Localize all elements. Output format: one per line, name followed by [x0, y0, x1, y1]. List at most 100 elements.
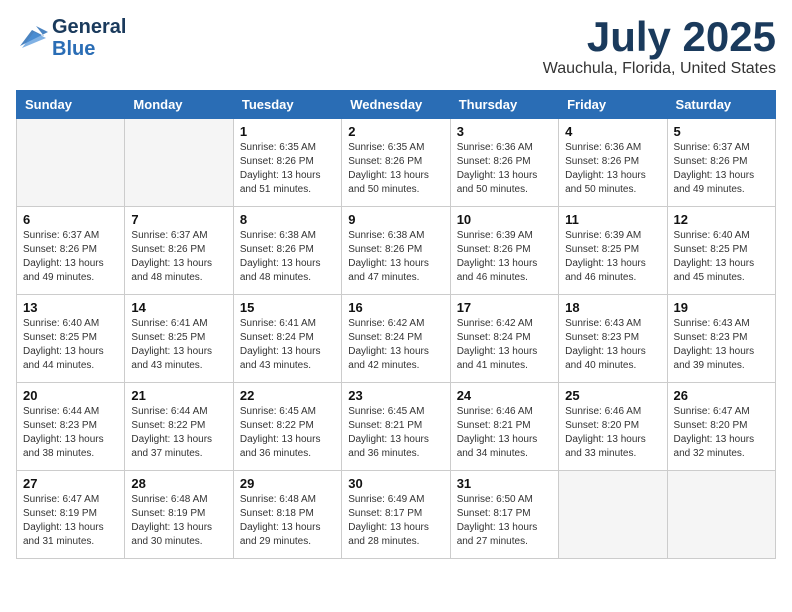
calendar-cell: 18 Sunrise: 6:43 AM Sunset: 8:23 PM Dayli…: [559, 295, 667, 383]
day-info: Sunrise: 6:37 AM Sunset: 8:26 PM Dayligh…: [23, 229, 118, 285]
weekday-header: Monday: [125, 91, 233, 119]
day-number: 29: [240, 476, 335, 491]
calendar-cell: 20 Sunrise: 6:44 AM Sunset: 8:23 PM Dayli…: [17, 383, 125, 471]
day-info: Sunrise: 6:41 AM Sunset: 8:24 PM Dayligh…: [240, 317, 335, 373]
day-info: Sunrise: 6:50 AM Sunset: 8:17 PM Dayligh…: [457, 493, 552, 549]
calendar-cell: 28Sunrise: 6:48 AM Sunset: 8:19 PM Dayli…: [125, 471, 233, 559]
day-number: 2: [348, 124, 443, 139]
calendar-cell: 15 Sunrise: 6:41 AM Sunset: 8:24 PM Dayli…: [233, 295, 341, 383]
day-number: 26: [674, 388, 769, 403]
day-number: 6: [23, 212, 118, 227]
day-number: 15: [240, 300, 335, 315]
calendar-cell: 10 Sunrise: 6:39 AM Sunset: 8:26 PM Dayli…: [450, 207, 558, 295]
calendar-cell: 9Sunrise: 6:38 AM Sunset: 8:26 PM Daylig…: [342, 207, 450, 295]
calendar-cell: 17 Sunrise: 6:42 AM Sunset: 8:24 PM Dayli…: [450, 295, 558, 383]
day-number: 24: [457, 388, 552, 403]
calendar-cell: 12 Sunrise: 6:40 AM Sunset: 8:25 PM Dayli…: [667, 207, 775, 295]
day-number: 18: [565, 300, 660, 315]
calendar-cell: [125, 119, 233, 207]
calendar-cell: [17, 119, 125, 207]
day-info: Sunrise: 6:38 AM Sunset: 8:26 PM Dayligh…: [240, 229, 335, 285]
calendar-cell: 4 Sunrise: 6:36 AM Sunset: 8:26 PM Daylig…: [559, 119, 667, 207]
day-number: 23: [348, 388, 443, 403]
day-number: 20: [23, 388, 118, 403]
calendar-cell: 3 Sunrise: 6:36 AM Sunset: 8:26 PM Daylig…: [450, 119, 558, 207]
logo-icon: [16, 22, 48, 50]
page-header: General Blue July 2025 Wauchula, Florida…: [16, 16, 776, 78]
day-info: Sunrise: 6:37 AM Sunset: 8:26 PM Dayligh…: [674, 141, 769, 197]
day-number: 30: [348, 476, 443, 491]
calendar-cell: 23 Sunrise: 6:45 AM Sunset: 8:21 PM Dayli…: [342, 383, 450, 471]
day-number: 1: [240, 124, 335, 139]
day-info: Sunrise: 6:44 AM Sunset: 8:23 PM Dayligh…: [23, 405, 118, 461]
day-info: Sunrise: 6:35 AM Sunset: 8:26 PM Dayligh…: [348, 141, 443, 197]
day-number: 22: [240, 388, 335, 403]
day-info: Sunrise: 6:36 AM Sunset: 8:26 PM Dayligh…: [457, 141, 552, 197]
weekday-header: Thursday: [450, 91, 558, 119]
calendar-cell: 22Sunrise: 6:45 AM Sunset: 8:22 PM Dayli…: [233, 383, 341, 471]
logo-blue: Blue: [52, 38, 126, 60]
calendar-cell: 21 Sunrise: 6:44 AM Sunset: 8:22 PM Dayli…: [125, 383, 233, 471]
day-number: 5: [674, 124, 769, 139]
day-info: Sunrise: 6:35 AM Sunset: 8:26 PM Dayligh…: [240, 141, 335, 197]
day-number: 31: [457, 476, 552, 491]
day-info: Sunrise: 6:42 AM Sunset: 8:24 PM Dayligh…: [348, 317, 443, 373]
calendar-week-row: 13Sunrise: 6:40 AM Sunset: 8:25 PM Dayli…: [17, 295, 776, 383]
calendar-cell: 31 Sunrise: 6:50 AM Sunset: 8:17 PM Dayli…: [450, 471, 558, 559]
day-info: Sunrise: 6:37 AM Sunset: 8:26 PM Dayligh…: [131, 229, 226, 285]
day-info: Sunrise: 6:48 AM Sunset: 8:19 PM Dayligh…: [131, 493, 226, 549]
calendar-cell: 14 Sunrise: 6:41 AM Sunset: 8:25 PM Dayli…: [125, 295, 233, 383]
day-number: 21: [131, 388, 226, 403]
day-number: 12: [674, 212, 769, 227]
day-info: Sunrise: 6:43 AM Sunset: 8:23 PM Dayligh…: [674, 317, 769, 373]
weekday-header: Wednesday: [342, 91, 450, 119]
day-info: Sunrise: 6:39 AM Sunset: 8:26 PM Dayligh…: [457, 229, 552, 285]
day-info: Sunrise: 6:49 AM Sunset: 8:17 PM Dayligh…: [348, 493, 443, 549]
weekday-header: Sunday: [17, 91, 125, 119]
day-number: 4: [565, 124, 660, 139]
day-number: 7: [131, 212, 226, 227]
day-info: Sunrise: 6:40 AM Sunset: 8:25 PM Dayligh…: [674, 229, 769, 285]
calendar-cell: 13Sunrise: 6:40 AM Sunset: 8:25 PM Dayli…: [17, 295, 125, 383]
day-info: Sunrise: 6:41 AM Sunset: 8:25 PM Dayligh…: [131, 317, 226, 373]
day-info: Sunrise: 6:43 AM Sunset: 8:23 PM Dayligh…: [565, 317, 660, 373]
day-number: 10: [457, 212, 552, 227]
weekday-header: Saturday: [667, 91, 775, 119]
day-info: Sunrise: 6:36 AM Sunset: 8:26 PM Dayligh…: [565, 141, 660, 197]
calendar-cell: 5 Sunrise: 6:37 AM Sunset: 8:26 PM Daylig…: [667, 119, 775, 207]
calendar-cell: 30 Sunrise: 6:49 AM Sunset: 8:17 PM Dayli…: [342, 471, 450, 559]
title-block: July 2025 Wauchula, Florida, United Stat…: [543, 16, 776, 78]
day-info: Sunrise: 6:42 AM Sunset: 8:24 PM Dayligh…: [457, 317, 552, 373]
calendar-cell: 24Sunrise: 6:46 AM Sunset: 8:21 PM Dayli…: [450, 383, 558, 471]
logo: General Blue: [16, 16, 126, 60]
day-info: Sunrise: 6:46 AM Sunset: 8:20 PM Dayligh…: [565, 405, 660, 461]
calendar-cell: 7 Sunrise: 6:37 AM Sunset: 8:26 PM Daylig…: [125, 207, 233, 295]
day-number: 19: [674, 300, 769, 315]
calendar-cell: 1 Sunrise: 6:35 AM Sunset: 8:26 PM Daylig…: [233, 119, 341, 207]
calendar-cell: 29 Sunrise: 6:48 AM Sunset: 8:18 PM Dayli…: [233, 471, 341, 559]
calendar-cell: [559, 471, 667, 559]
day-info: Sunrise: 6:47 AM Sunset: 8:20 PM Dayligh…: [674, 405, 769, 461]
calendar-week-row: 6 Sunrise: 6:37 AM Sunset: 8:26 PM Daylig…: [17, 207, 776, 295]
calendar-header-row: SundayMondayTuesdayWednesdayThursdayFrid…: [17, 91, 776, 119]
location-title: Wauchula, Florida, United States: [543, 60, 776, 78]
day-info: Sunrise: 6:40 AM Sunset: 8:25 PM Dayligh…: [23, 317, 118, 373]
calendar-cell: 11 Sunrise: 6:39 AM Sunset: 8:25 PM Dayli…: [559, 207, 667, 295]
weekday-header: Tuesday: [233, 91, 341, 119]
day-number: 3: [457, 124, 552, 139]
calendar-cell: 8Sunrise: 6:38 AM Sunset: 8:26 PM Daylig…: [233, 207, 341, 295]
calendar-cell: 16Sunrise: 6:42 AM Sunset: 8:24 PM Dayli…: [342, 295, 450, 383]
calendar-cell: 27Sunrise: 6:47 AM Sunset: 8:19 PM Dayli…: [17, 471, 125, 559]
day-info: Sunrise: 6:38 AM Sunset: 8:26 PM Dayligh…: [348, 229, 443, 285]
day-info: Sunrise: 6:45 AM Sunset: 8:21 PM Dayligh…: [348, 405, 443, 461]
day-number: 11: [565, 212, 660, 227]
day-info: Sunrise: 6:48 AM Sunset: 8:18 PM Dayligh…: [240, 493, 335, 549]
day-number: 25: [565, 388, 660, 403]
calendar-cell: 2 Sunrise: 6:35 AM Sunset: 8:26 PM Daylig…: [342, 119, 450, 207]
calendar-cell: 19 Sunrise: 6:43 AM Sunset: 8:23 PM Dayli…: [667, 295, 775, 383]
day-number: 14: [131, 300, 226, 315]
day-info: Sunrise: 6:39 AM Sunset: 8:25 PM Dayligh…: [565, 229, 660, 285]
month-title: July 2025: [543, 16, 776, 58]
day-number: 17: [457, 300, 552, 315]
day-info: Sunrise: 6:44 AM Sunset: 8:22 PM Dayligh…: [131, 405, 226, 461]
